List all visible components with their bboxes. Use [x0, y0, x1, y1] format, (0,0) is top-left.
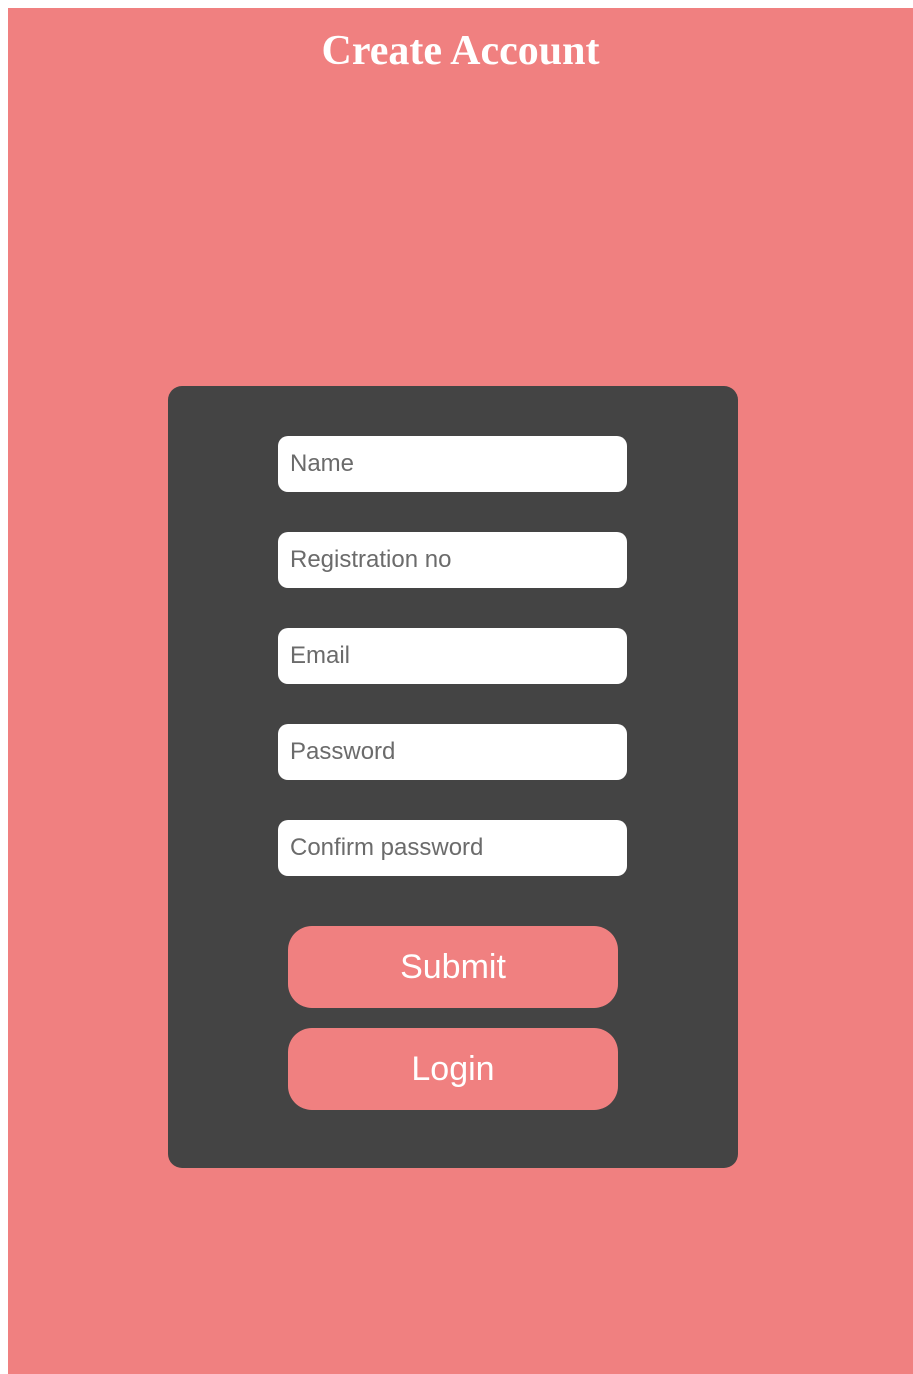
registration-number-input[interactable] — [278, 532, 627, 588]
confirm-password-input[interactable] — [278, 820, 627, 876]
create-account-form: Submit Login — [168, 386, 738, 1168]
submit-button[interactable]: Submit — [288, 926, 618, 1008]
password-input[interactable] — [278, 724, 627, 780]
page-title: Create Account — [321, 28, 600, 74]
email-input[interactable] — [278, 628, 627, 684]
name-input[interactable] — [278, 436, 627, 492]
page-background: Create Account Submit Login — [8, 8, 913, 1374]
login-button[interactable]: Login — [288, 1028, 618, 1110]
